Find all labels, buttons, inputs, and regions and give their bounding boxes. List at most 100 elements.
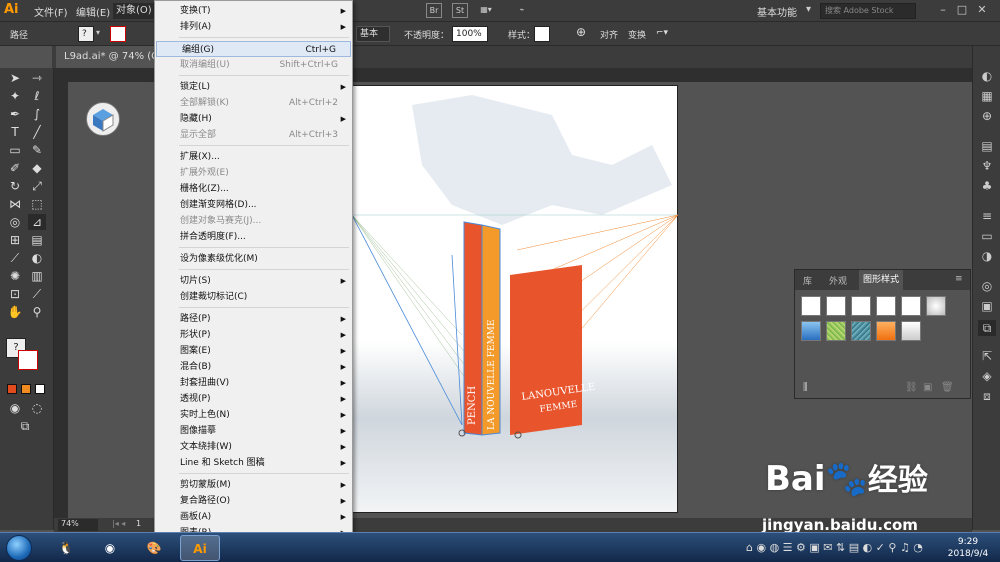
bridge-icon[interactable]: Br — [426, 3, 442, 18]
menu-item[interactable]: 实时上色(N) ▶ — [155, 407, 352, 423]
arrange-documents-icon[interactable]: ▦▾ — [478, 3, 494, 18]
color-panel-icon[interactable]: ◐ — [978, 68, 996, 84]
fill-swatch[interactable]: ? — [78, 26, 94, 42]
selection-tool-icon[interactable]: ➤ — [6, 70, 24, 86]
gpu-performance-icon[interactable]: ⌁ — [514, 3, 530, 18]
menu-item[interactable]: 透视(P) ▶ — [155, 391, 352, 407]
artboard-number[interactable]: 1 — [136, 519, 141, 528]
style-swatch[interactable] — [851, 321, 871, 341]
tab-graphic-styles[interactable]: 图形样式 — [859, 270, 904, 290]
rotate-tool-icon[interactable]: ↻ — [6, 178, 24, 194]
new-style-icon[interactable]: ▣ — [923, 382, 932, 393]
menu-file[interactable]: 文件(F) — [34, 4, 68, 19]
qq-icon[interactable]: 🐧 — [46, 535, 86, 561]
navigator-icon[interactable]: ⊕ — [978, 108, 996, 124]
start-button[interactable] — [6, 535, 32, 561]
stock-icon[interactable]: St — [452, 3, 468, 18]
zoom-level-select[interactable]: 74% — [58, 519, 98, 531]
slice-tool-icon[interactable]: ⟋ — [28, 286, 46, 302]
style-swatch[interactable] — [926, 296, 946, 316]
maximize-icon[interactable]: □ — [955, 3, 969, 17]
rectangle-tool-icon[interactable]: ▭ — [6, 142, 24, 158]
menu-item[interactable]: 画板(A) ▶ — [155, 509, 352, 525]
menu-item[interactable]: 复合路径(O) ▶ — [155, 493, 352, 509]
menu-item[interactable]: 扩展(X)... — [155, 149, 352, 165]
illustrator-taskbar-icon[interactable]: Ai — [180, 535, 220, 561]
menu-item[interactable]: 创建渐变网格(D)... — [155, 197, 352, 213]
stroke-style-select[interactable]: 基本 — [356, 26, 390, 42]
layers-active-icon[interactable]: ⧉ — [978, 320, 996, 336]
shaper-tool-icon[interactable]: ✐ — [6, 160, 24, 176]
zoom-tool-icon[interactable]: ⚲ — [28, 304, 46, 320]
menu-item[interactable]: 扩展外观(E) — [155, 165, 352, 181]
browser-icon[interactable]: ◉ — [90, 535, 130, 561]
eyedropper-icon[interactable]: ⟋ — [6, 250, 24, 266]
menu-item[interactable]: 设为像素级优化(M) — [155, 251, 352, 267]
menu-item[interactable]: 路径(P) ▶ — [155, 311, 352, 327]
menu-item[interactable]: 切片(S) ▶ — [155, 273, 352, 289]
transparency-icon[interactable]: ◑ — [978, 248, 996, 264]
brushes-icon[interactable]: ♆ — [978, 158, 996, 174]
style-swatch[interactable] — [901, 321, 921, 341]
line-tool-icon[interactable]: ╱ — [28, 124, 46, 140]
stroke-swatch[interactable] — [110, 26, 126, 42]
menu-item[interactable]: 取消编组(U) Shift+Ctrl+G — [155, 57, 352, 73]
workspace-switcher[interactable]: 基本功能 — [757, 4, 797, 19]
style-swatch[interactable] — [876, 296, 896, 316]
panel-menu-icon[interactable]: ≡ — [955, 274, 963, 284]
symbols-icon[interactable]: ♣ — [978, 178, 996, 194]
menu-edit[interactable]: 编辑(E) — [76, 4, 110, 19]
menu-item[interactable]: 图案(E) ▶ — [155, 343, 352, 359]
menu-item[interactable]: 显示全部 Alt+Ctrl+3 — [155, 127, 352, 143]
menu-item[interactable]: 栅格化(Z)... — [155, 181, 352, 197]
shape-builder-icon[interactable]: ◎ — [6, 214, 24, 230]
system-clock[interactable]: 9:29 2018/9/4 — [940, 536, 996, 560]
menu-item[interactable]: 锁定(L) ▶ — [155, 79, 352, 95]
gradient-tool-icon[interactable]: ▤ — [28, 232, 46, 248]
menu-item[interactable]: 图像描摹 ▶ — [155, 423, 352, 439]
mesh-tool-icon[interactable]: ⊞ — [6, 232, 24, 248]
menu-item[interactable]: 全部解锁(K) Alt+Ctrl+2 — [155, 95, 352, 111]
graph-tool-icon[interactable]: ▥ — [28, 268, 46, 284]
layers-icon[interactable]: ◈ — [978, 368, 996, 384]
screen-mode-icon[interactable]: ⧉ — [16, 418, 34, 434]
close-icon[interactable]: ✕ — [975, 3, 989, 17]
isolate-icon[interactable]: ⌐▾ — [656, 28, 668, 38]
first-artboard-icon[interactable]: |◂ ◂ — [112, 519, 125, 528]
menu-item[interactable]: 拼合透明度(F)... — [155, 229, 352, 245]
menu-item[interactable]: 变换(T) ▶ — [155, 3, 352, 19]
menu-item[interactable]: 隐藏(H) ▶ — [155, 111, 352, 127]
style-swatch[interactable] — [801, 321, 821, 341]
width-tool-icon[interactable]: ⋈ — [6, 196, 24, 212]
style-swatch[interactable] — [801, 296, 821, 316]
transform-button[interactable]: 变换 — [628, 28, 646, 41]
style-swatch[interactable] — [826, 296, 846, 316]
blend-tool-icon[interactable]: ◐ — [28, 250, 46, 266]
tray-icons[interactable]: ⌂ ◉ ◍ ☰ ⚙ ▣ ✉ ⇅ ▤ ◐ ✓ ⚲ ♫ ◔ — [746, 541, 923, 554]
appearance-icon[interactable]: ◎ — [978, 278, 996, 294]
perspective-widget-icon[interactable] — [86, 102, 120, 136]
menu-item[interactable]: 形状(P) ▶ — [155, 327, 352, 343]
gradient-panel-icon[interactable]: ▭ — [978, 228, 996, 244]
menu-item[interactable]: 编组(G) Ctrl+G — [156, 41, 351, 57]
none-mode-swatch[interactable] — [35, 384, 45, 394]
style-swatch[interactable] — [876, 321, 896, 341]
align-button[interactable]: 对齐 — [600, 28, 618, 41]
artboard-tool-icon[interactable]: ⊡ — [6, 286, 24, 302]
menu-item[interactable]: Line 和 Sketch 图稿 ▶ — [155, 455, 352, 471]
direct-selection-tool-icon[interactable]: ⇾ — [28, 70, 46, 86]
style-swatch[interactable] — [901, 296, 921, 316]
graphic-styles-icon[interactable]: ▣ — [978, 298, 996, 314]
opacity-input[interactable]: 100% — [452, 26, 488, 42]
hand-tool-icon[interactable]: ✋ — [6, 304, 24, 320]
stroke-color-swatch[interactable] — [18, 350, 38, 370]
lasso-icon[interactable]: ℓ — [28, 88, 46, 104]
style-library-icon[interactable]: ⫼ — [803, 382, 808, 393]
graphic-style-swatch[interactable] — [534, 26, 550, 42]
stroke-panel-icon[interactable]: ≡ — [978, 208, 996, 224]
eraser-icon[interactable]: ◆ — [28, 160, 46, 176]
menu-item[interactable]: 排列(A) ▶ — [155, 19, 352, 35]
magic-wand-icon[interactable]: ✦ — [6, 88, 24, 104]
color-mode-swatch[interactable] — [7, 384, 17, 394]
style-swatch[interactable] — [851, 296, 871, 316]
